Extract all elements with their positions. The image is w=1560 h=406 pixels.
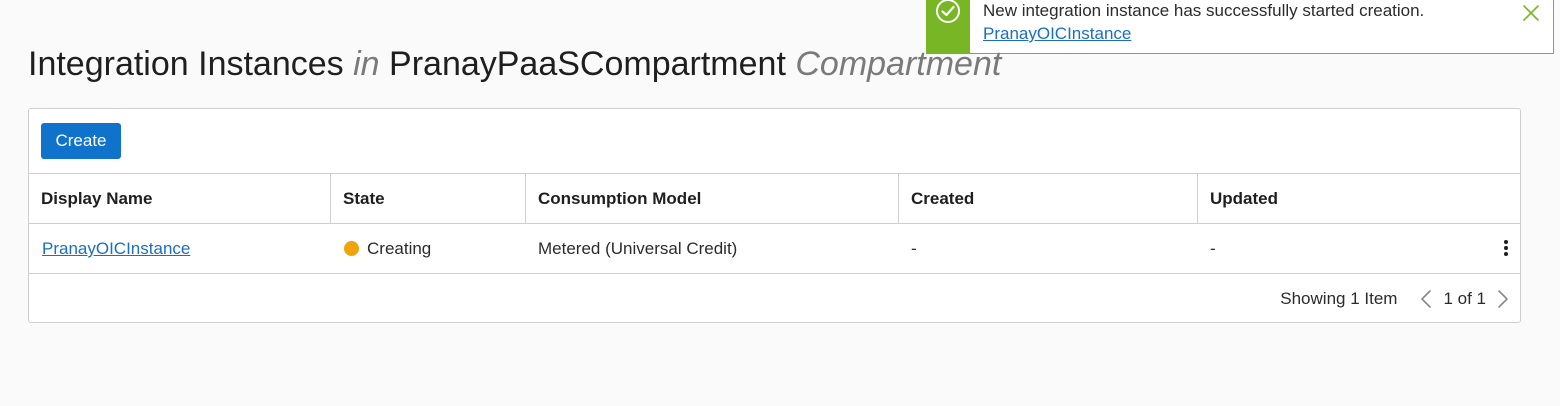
showing-count: Showing 1 Item bbox=[1280, 289, 1398, 308]
toast-message: New integration instance has successfull… bbox=[983, 1, 1425, 20]
page-indicator: 1 of 1 bbox=[1443, 289, 1486, 308]
toast-body: New integration instance has successfull… bbox=[983, 0, 1424, 45]
instances-table: Display Name State Consumption Model Cre… bbox=[29, 173, 1520, 274]
status-dot-icon bbox=[344, 241, 359, 256]
chevron-right-icon[interactable] bbox=[1496, 288, 1510, 310]
close-icon[interactable] bbox=[1521, 3, 1541, 23]
table-header: Display Name State Consumption Model Cre… bbox=[29, 173, 1520, 224]
check-circle-icon bbox=[936, 0, 960, 23]
cell-consumption-model: Metered (Universal Credit) bbox=[538, 239, 738, 258]
state-label: Creating bbox=[367, 239, 432, 258]
page-title: Integration Instances in PranayPaaSCompa… bbox=[28, 40, 1001, 88]
column-header-updated[interactable]: Updated bbox=[1197, 174, 1520, 223]
column-header-display-name[interactable]: Display Name bbox=[29, 174, 330, 223]
success-toast: New integration instance has successfull… bbox=[926, 0, 1554, 54]
compartment-suffix: Compartment bbox=[795, 45, 1002, 83]
cell-updated: - bbox=[1210, 239, 1216, 258]
table-row: PranayOICInstance Creating Metered (Univ… bbox=[29, 224, 1520, 274]
instance-link[interactable]: PranayOICInstance bbox=[42, 239, 190, 258]
page-title-main: Integration Instances bbox=[28, 45, 344, 83]
pagination: Showing 1 Item 1 of 1 bbox=[1280, 284, 1510, 314]
column-header-state[interactable]: State bbox=[330, 174, 525, 223]
create-button[interactable]: Create bbox=[41, 123, 121, 159]
chevron-left-icon[interactable] bbox=[1419, 288, 1433, 310]
page-title-in: in bbox=[353, 45, 380, 83]
column-header-consumption-model[interactable]: Consumption Model bbox=[525, 174, 898, 223]
compartment-name: PranayPaaSCompartment bbox=[389, 45, 786, 83]
toast-instance-link[interactable]: PranayOICInstance bbox=[983, 22, 1424, 45]
cell-created: - bbox=[911, 239, 917, 258]
column-header-created[interactable]: Created bbox=[898, 174, 1197, 223]
instances-panel: Create Display Name State Consumption Mo… bbox=[28, 108, 1521, 323]
cell-display-name: PranayOICInstance bbox=[29, 224, 330, 273]
kebab-menu-icon[interactable] bbox=[1502, 240, 1510, 258]
cell-state: Creating bbox=[330, 224, 525, 273]
